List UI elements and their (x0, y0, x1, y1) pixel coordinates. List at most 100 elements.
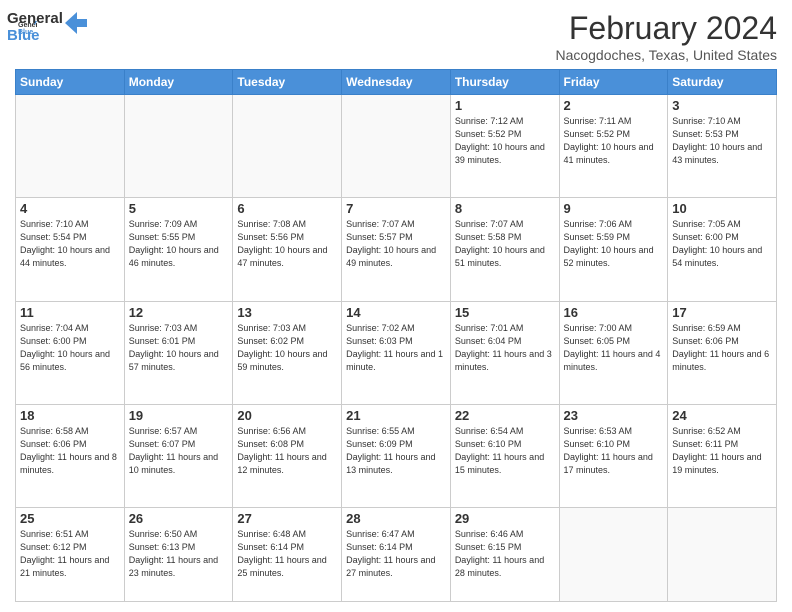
table-row: 8 Sunrise: 7:07 AM Sunset: 5:58 PM Daylig… (450, 198, 559, 301)
day-info: Sunrise: 6:47 AM Sunset: 6:14 PM Dayligh… (346, 528, 446, 580)
location: Nacogdoches, Texas, United States (555, 47, 777, 63)
day-number: 7 (346, 201, 446, 216)
day-info: Sunrise: 6:58 AM Sunset: 6:06 PM Dayligh… (20, 425, 120, 477)
day-info: Sunrise: 6:51 AM Sunset: 6:12 PM Dayligh… (20, 528, 120, 580)
day-number: 5 (129, 201, 229, 216)
calendar-week-row: 1 Sunrise: 7:12 AM Sunset: 5:52 PM Daylig… (16, 95, 777, 198)
table-row: 15Sunrise: 7:01 AM Sunset: 6:04 PM Dayli… (450, 301, 559, 404)
table-row: 1 Sunrise: 7:12 AM Sunset: 5:52 PM Daylig… (450, 95, 559, 198)
table-row (16, 95, 125, 198)
day-number: 9 (564, 201, 664, 216)
day-number: 12 (129, 305, 229, 320)
day-number: 26 (129, 511, 229, 526)
day-number: 23 (564, 408, 664, 423)
day-number: 18 (20, 408, 120, 423)
table-row (124, 95, 233, 198)
table-row: 19 Sunrise: 6:57 AM Sunset: 6:07 PM Dayli… (124, 404, 233, 507)
table-row (342, 95, 451, 198)
col-tuesday: Tuesday (233, 70, 342, 95)
table-row: 27Sunrise: 6:48 AM Sunset: 6:14 PM Dayli… (233, 508, 342, 602)
table-row: 16 Sunrise: 7:00 AM Sunset: 6:05 PM Dayli… (559, 301, 668, 404)
day-info: Sunrise: 7:08 AM Sunset: 5:56 PM Dayligh… (237, 218, 337, 270)
day-info: Sunrise: 7:07 AM Sunset: 5:57 PM Dayligh… (346, 218, 446, 270)
col-friday: Friday (559, 70, 668, 95)
logo-text-general: General (7, 10, 63, 27)
header: General Blue General Blue February 2024 … (15, 10, 777, 63)
day-number: 27 (237, 511, 337, 526)
col-monday: Monday (124, 70, 233, 95)
table-row: 4 Sunrise: 7:10 AM Sunset: 5:54 PM Daylig… (16, 198, 125, 301)
table-row: 7 Sunrise: 7:07 AM Sunset: 5:57 PM Daylig… (342, 198, 451, 301)
day-number: 24 (672, 408, 772, 423)
calendar-week-row: 25 Sunrise: 6:51 AM Sunset: 6:12 PM Dayli… (16, 508, 777, 602)
day-info: Sunrise: 7:05 AM Sunset: 6:00 PM Dayligh… (672, 218, 772, 270)
day-info: Sunrise: 7:03 AM Sunset: 6:01 PM Dayligh… (129, 322, 229, 374)
day-number: 16 (564, 305, 664, 320)
table-row (233, 95, 342, 198)
table-row: 22Sunrise: 6:54 AM Sunset: 6:10 PM Dayli… (450, 404, 559, 507)
day-number: 1 (455, 98, 555, 113)
col-thursday: Thursday (450, 70, 559, 95)
table-row: 29 Sunrise: 6:46 AM Sunset: 6:15 PM Dayli… (450, 508, 559, 602)
table-row: 17Sunrise: 6:59 AM Sunset: 6:06 PM Dayli… (668, 301, 777, 404)
calendar-week-row: 4 Sunrise: 7:10 AM Sunset: 5:54 PM Daylig… (16, 198, 777, 301)
table-row: 12 Sunrise: 7:03 AM Sunset: 6:01 PM Dayli… (124, 301, 233, 404)
day-info: Sunrise: 7:09 AM Sunset: 5:55 PM Dayligh… (129, 218, 229, 270)
day-number: 6 (237, 201, 337, 216)
day-info: Sunrise: 6:53 AM Sunset: 6:10 PM Dayligh… (564, 425, 664, 477)
calendar-week-row: 18 Sunrise: 6:58 AM Sunset: 6:06 PM Dayli… (16, 404, 777, 507)
day-number: 29 (455, 511, 555, 526)
logo-text-blue: Blue (7, 27, 63, 44)
day-number: 20 (237, 408, 337, 423)
table-row: 13 Sunrise: 7:03 AM Sunset: 6:02 PM Dayli… (233, 301, 342, 404)
day-info: Sunrise: 7:04 AM Sunset: 6:00 PM Dayligh… (20, 322, 120, 374)
day-info: Sunrise: 7:07 AM Sunset: 5:58 PM Dayligh… (455, 218, 555, 270)
table-row: 2Sunrise: 7:11 AM Sunset: 5:52 PM Daylig… (559, 95, 668, 198)
day-info: Sunrise: 7:10 AM Sunset: 5:54 PM Dayligh… (20, 218, 120, 270)
day-number: 15 (455, 305, 555, 320)
day-number: 25 (20, 511, 120, 526)
title-block: February 2024 Nacogdoches, Texas, United… (555, 10, 777, 63)
logo-arrow-icon (65, 12, 87, 34)
col-sunday: Sunday (16, 70, 125, 95)
table-row: 24 Sunrise: 6:52 AM Sunset: 6:11 PM Dayli… (668, 404, 777, 507)
day-number: 22 (455, 408, 555, 423)
logo: General Blue General Blue (15, 10, 87, 44)
day-number: 13 (237, 305, 337, 320)
table-row: 23 Sunrise: 6:53 AM Sunset: 6:10 PM Dayli… (559, 404, 668, 507)
table-row: 14 Sunrise: 7:02 AM Sunset: 6:03 PM Dayli… (342, 301, 451, 404)
month-title: February 2024 (555, 10, 777, 47)
table-row (559, 508, 668, 602)
col-wednesday: Wednesday (342, 70, 451, 95)
day-number: 21 (346, 408, 446, 423)
table-row (668, 508, 777, 602)
day-number: 17 (672, 305, 772, 320)
day-number: 10 (672, 201, 772, 216)
day-number: 19 (129, 408, 229, 423)
day-info: Sunrise: 7:12 AM Sunset: 5:52 PM Dayligh… (455, 115, 555, 167)
day-info: Sunrise: 6:52 AM Sunset: 6:11 PM Dayligh… (672, 425, 772, 477)
day-number: 3 (672, 98, 772, 113)
day-number: 8 (455, 201, 555, 216)
day-info: Sunrise: 7:11 AM Sunset: 5:52 PM Dayligh… (564, 115, 664, 167)
day-info: Sunrise: 7:00 AM Sunset: 6:05 PM Dayligh… (564, 322, 664, 374)
day-number: 4 (20, 201, 120, 216)
day-info: Sunrise: 6:46 AM Sunset: 6:15 PM Dayligh… (455, 528, 555, 580)
day-info: Sunrise: 7:06 AM Sunset: 5:59 PM Dayligh… (564, 218, 664, 270)
calendar-header-row: Sunday Monday Tuesday Wednesday Thursday… (16, 70, 777, 95)
day-info: Sunrise: 6:57 AM Sunset: 6:07 PM Dayligh… (129, 425, 229, 477)
day-info: Sunrise: 7:02 AM Sunset: 6:03 PM Dayligh… (346, 322, 446, 374)
table-row: 20 Sunrise: 6:56 AM Sunset: 6:08 PM Dayli… (233, 404, 342, 507)
table-row: 3 Sunrise: 7:10 AM Sunset: 5:53 PM Daylig… (668, 95, 777, 198)
day-info: Sunrise: 6:50 AM Sunset: 6:13 PM Dayligh… (129, 528, 229, 580)
table-row: 6 Sunrise: 7:08 AM Sunset: 5:56 PM Daylig… (233, 198, 342, 301)
day-info: Sunrise: 7:03 AM Sunset: 6:02 PM Dayligh… (237, 322, 337, 374)
table-row: 9 Sunrise: 7:06 AM Sunset: 5:59 PM Daylig… (559, 198, 668, 301)
day-number: 14 (346, 305, 446, 320)
table-row: 11Sunrise: 7:04 AM Sunset: 6:00 PM Dayli… (16, 301, 125, 404)
table-row: 18 Sunrise: 6:58 AM Sunset: 6:06 PM Dayli… (16, 404, 125, 507)
table-row: 10 Sunrise: 7:05 AM Sunset: 6:00 PM Dayli… (668, 198, 777, 301)
day-info: Sunrise: 6:56 AM Sunset: 6:08 PM Dayligh… (237, 425, 337, 477)
table-row: 26 Sunrise: 6:50 AM Sunset: 6:13 PM Dayli… (124, 508, 233, 602)
day-info: Sunrise: 7:10 AM Sunset: 5:53 PM Dayligh… (672, 115, 772, 167)
